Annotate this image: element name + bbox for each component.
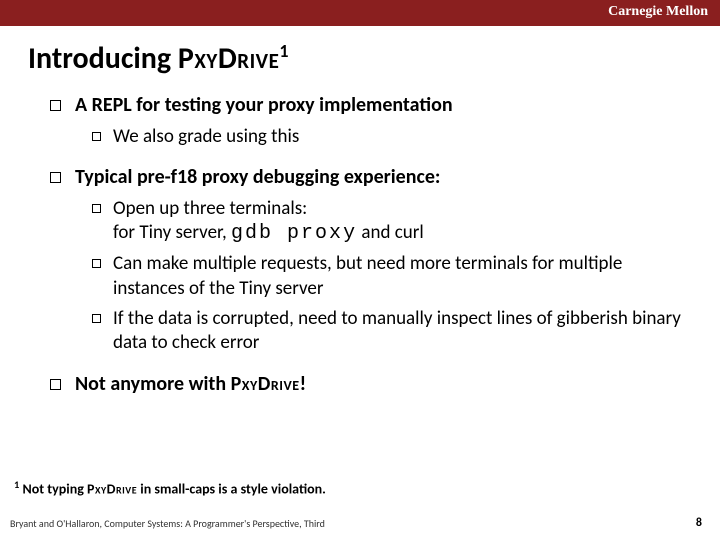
footer-left: Bryant and O'Hallaron, Computer Systems:… bbox=[10, 517, 325, 530]
bullet-icon bbox=[92, 314, 101, 323]
bullet-3-text: Not anymore with PxyDrive! bbox=[75, 372, 306, 398]
slide-title: Introducing PxyDrive1 bbox=[28, 40, 720, 77]
bullet-icon bbox=[50, 379, 61, 390]
bullet-2a-mono: gdb proxy bbox=[231, 222, 357, 245]
header-bar: Carnegie Mellon bbox=[0, 0, 720, 26]
bullet-icon bbox=[50, 100, 61, 111]
title-name-p2: xy bbox=[194, 40, 217, 77]
bullet-1a: We also grade using this bbox=[92, 125, 682, 149]
bullet-1: A REPL for testing your proxy implementa… bbox=[50, 93, 682, 119]
bullet-1a-text: We also grade using this bbox=[113, 125, 299, 149]
bullet-3a: Not anymore with bbox=[75, 372, 231, 396]
bullet-2c: If the data is corrupted, need to manual… bbox=[92, 307, 682, 356]
bullet-2b-text: Can make multiple requests, but need mor… bbox=[113, 252, 682, 301]
bullet-2a-line2a: for Tiny server, bbox=[113, 221, 231, 244]
bullet-icon bbox=[50, 172, 61, 183]
bullet-2a-line2b: and curl bbox=[357, 221, 424, 244]
bullet-2a-line1: Open up three terminals: bbox=[113, 197, 307, 220]
content: A REPL for testing your proxy implementa… bbox=[50, 93, 682, 397]
bullet-2a-text: Open up three terminals: for Tiny server… bbox=[113, 197, 424, 247]
bullet-3-name-p1: P bbox=[231, 372, 242, 396]
header-org: Carnegie Mellon bbox=[608, 4, 708, 20]
bullet-3-name-p2: xy bbox=[242, 372, 258, 396]
footnote-name-p4: rive bbox=[116, 481, 137, 498]
bullet-2a: Open up three terminals: for Tiny server… bbox=[92, 197, 682, 247]
footnote-name-p2: xy bbox=[95, 481, 107, 498]
bullet-3b: ! bbox=[300, 372, 307, 396]
footnote-t1: Not typing bbox=[19, 481, 87, 498]
bullet-icon bbox=[92, 259, 101, 268]
bullet-2-text: Typical pre-f18 proxy debugging experien… bbox=[75, 165, 440, 191]
bullet-icon bbox=[92, 132, 101, 141]
bullet-3-name-p3: D bbox=[258, 372, 271, 396]
bullet-2: Typical pre-f18 proxy debugging experien… bbox=[50, 165, 682, 191]
bullet-3: Not anymore with PxyDrive! bbox=[50, 372, 682, 398]
bullet-3-name-p4: rive bbox=[271, 372, 300, 396]
title-prefix: Introducing bbox=[28, 40, 178, 77]
slide: Carnegie Mellon Introducing PxyDrive1 A … bbox=[0, 0, 720, 540]
title-name-p3: D bbox=[218, 40, 237, 77]
footnote-t2: in small-caps is a style violation. bbox=[137, 481, 326, 498]
bullet-1-text: A REPL for testing your proxy implementa… bbox=[75, 93, 453, 119]
footnote-name-p3: D bbox=[107, 481, 116, 498]
title-name-p1: P bbox=[178, 40, 194, 77]
bullet-icon bbox=[92, 204, 101, 213]
footnote-name-p1: P bbox=[87, 481, 95, 498]
bullet-2b: Can make multiple requests, but need mor… bbox=[92, 252, 682, 301]
bullet-2c-text: If the data is corrupted, need to manual… bbox=[113, 307, 682, 356]
title-name-p4: rive bbox=[237, 40, 279, 77]
page-number: 8 bbox=[696, 516, 702, 530]
footnote: 1 Not typing PxyDrive in small-caps is a… bbox=[14, 478, 706, 498]
title-sup: 1 bbox=[279, 40, 288, 62]
